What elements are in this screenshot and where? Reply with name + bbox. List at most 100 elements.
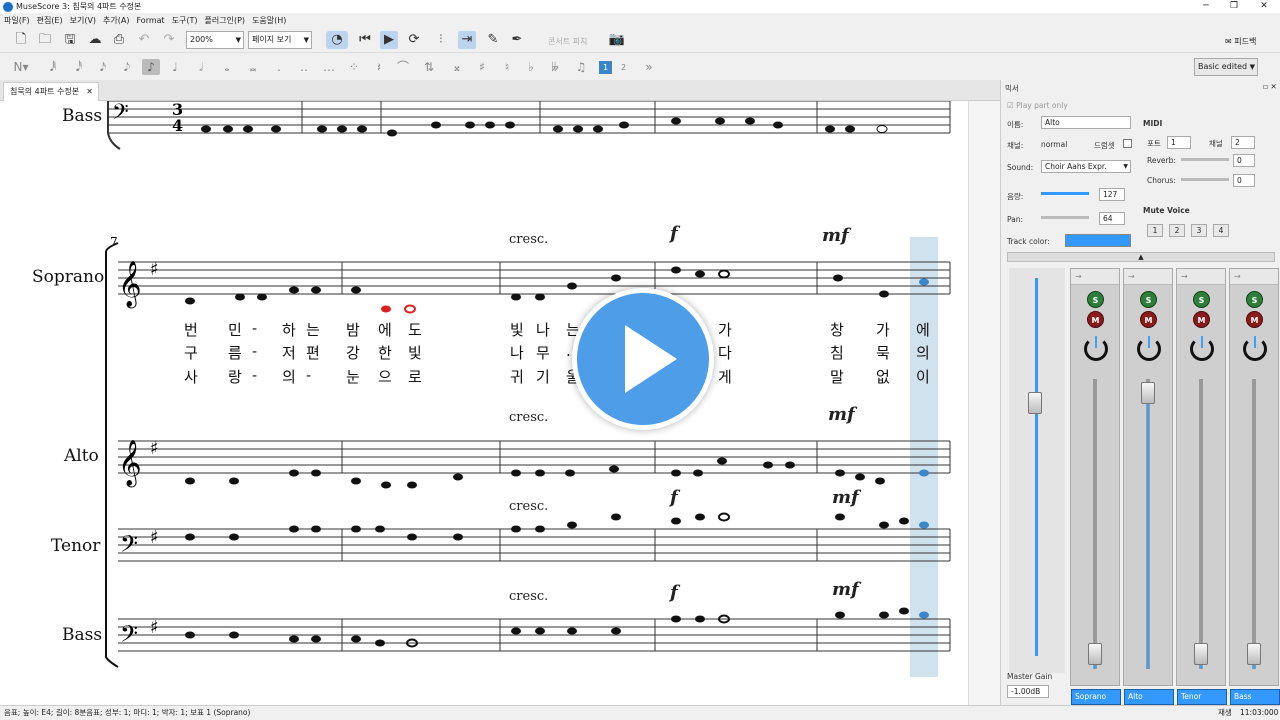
double-flat-icon[interactable]: 𝄫 (546, 59, 564, 75)
duration-half-icon[interactable]: 𝅗𝅥 (192, 59, 210, 75)
chorus-slider[interactable] (1181, 178, 1229, 181)
duration-quarter-icon[interactable]: ♪ (142, 59, 160, 75)
strip-name-label[interactable]: Soprano (1071, 689, 1121, 705)
duration-quarter-note-icon[interactable]: ♩ (166, 59, 184, 75)
master-gain-fader[interactable] (1028, 392, 1042, 414)
solo-button[interactable]: S (1087, 291, 1104, 308)
menu-file[interactable]: 파일(F) (4, 15, 30, 26)
menu-edit[interactable]: 편집(E) (37, 15, 63, 26)
maximize-icon[interactable]: ❐ (1220, 0, 1248, 13)
strip-name-label[interactable]: Alto (1124, 689, 1174, 705)
mute-button[interactable]: M (1140, 311, 1157, 328)
open-folder-icon[interactable]: 🗀 (36, 31, 54, 49)
flip-direction-icon[interactable]: ⇅ (420, 59, 438, 75)
concert-pitch-button[interactable]: 콘서트 피치 (548, 36, 587, 47)
strip-name-label[interactable]: Bass (1230, 689, 1280, 705)
mute-voice-4-button[interactable]: 4 (1213, 224, 1229, 237)
duration-breve-icon[interactable]: 𝅜 (244, 59, 262, 75)
mute-voice-2-button[interactable]: 2 (1169, 224, 1185, 237)
minimize-icon[interactable]: ─ (1192, 0, 1220, 13)
menu-help[interactable]: 도움말(H) (252, 15, 286, 26)
vertical-scrollbar[interactable] (968, 101, 1000, 705)
mute-button[interactable]: M (1246, 311, 1263, 328)
drumset-checkbox[interactable] (1123, 139, 1132, 148)
tab-score[interactable]: 침묵의 4파트 수정본 ✕ (3, 82, 99, 101)
zoom-select[interactable]: 200% ▼ (186, 31, 244, 49)
cloud-upload-icon[interactable]: ☁ (86, 31, 104, 49)
rewind-icon[interactable]: ⏮ (356, 31, 374, 49)
play-part-only-checkbox[interactable]: ☑ Play part only (1007, 101, 1068, 110)
volume-fader[interactable] (1247, 643, 1261, 665)
quadruple-dot-icon[interactable]: ⁘ (345, 59, 363, 75)
double-dot-icon[interactable]: ‥ (295, 59, 313, 75)
duration-whole-icon[interactable]: 𝅝 (218, 59, 236, 75)
strip-name-label[interactable]: Tenor (1177, 689, 1227, 705)
voice-1-button[interactable]: 1 (599, 61, 612, 74)
expand-strip-icon[interactable]: → (1124, 269, 1172, 285)
solo-button[interactable]: S (1193, 291, 1210, 308)
collapse-details-button[interactable]: ▲ (1007, 252, 1275, 262)
expand-strip-icon[interactable]: → (1177, 269, 1225, 285)
volume-field[interactable]: 127 (1099, 188, 1125, 201)
close-tab-icon[interactable]: ✕ (86, 83, 93, 101)
duration-32nd-icon[interactable]: 𝅘𝅥𝅰 (70, 59, 88, 75)
volume-fader[interactable] (1194, 643, 1208, 665)
rest-icon[interactable]: 𝄽 (370, 59, 388, 75)
pan-knob-icon[interactable] (1137, 336, 1161, 361)
natural-icon[interactable]: ♮ (498, 59, 516, 75)
expand-strip-icon[interactable]: → (1230, 269, 1278, 285)
pan-score-icon[interactable]: ✎ (484, 31, 502, 49)
flat-icon[interactable]: ♭ (522, 59, 540, 75)
pan-field[interactable]: 64 (1099, 212, 1125, 225)
name-field[interactable]: Alto (1041, 116, 1131, 129)
master-gain-field[interactable]: -1.00dB (1007, 685, 1049, 698)
menu-format[interactable]: Format (136, 16, 164, 25)
metronome-icon[interactable]: ✒ (508, 31, 526, 49)
tie-icon[interactable]: ⌒ (394, 59, 412, 75)
workspace-select[interactable]: Basic edited ▼ (1194, 58, 1258, 76)
view-mode-select[interactable]: 페이지 보기 ▼ (248, 31, 312, 49)
score-canvas[interactable]: 𝄢 3 4 7 𝄞 ♯ 𝄞 ♯ 𝄢 ♯ 𝄢 ♯ Bass Soprano Alt… (0, 101, 968, 705)
sharp-icon[interactable]: ♯ (473, 59, 491, 75)
voice-2-button[interactable]: 2 (617, 61, 630, 74)
loop-in-out-icon[interactable]: ⁝ (432, 31, 450, 49)
undock-icon[interactable]: ▫ ✕ (1263, 82, 1277, 91)
mute-voice-3-button[interactable]: 3 (1191, 224, 1207, 237)
redo-icon[interactable]: ↷ (160, 31, 178, 49)
mute-button[interactable]: M (1087, 311, 1104, 328)
play-icon[interactable]: ▶ (380, 31, 398, 49)
image-capture-icon[interactable]: 📷 (608, 31, 626, 49)
volume-fader[interactable] (1141, 382, 1155, 404)
menu-view[interactable]: 보기(V) (70, 15, 96, 26)
mute-button[interactable]: M (1193, 311, 1210, 328)
volume-fader[interactable] (1088, 643, 1102, 665)
duration-8th-icon[interactable]: 𝅘𝅥𝅮 (118, 59, 136, 75)
undo-icon[interactable]: ↶ (135, 31, 153, 49)
pan-slider[interactable] (1041, 216, 1089, 219)
augmentation-dot-icon[interactable]: . (270, 59, 288, 75)
port-field[interactable]: 1 (1167, 136, 1191, 149)
sound-select[interactable]: Choir Aahs Expr. ▼ (1041, 160, 1131, 173)
menu-plugins[interactable]: 플러그인(P) (205, 15, 246, 26)
volume-slider[interactable] (1041, 192, 1089, 195)
feedback-button[interactable]: ✉ 피드백 (1225, 36, 1256, 47)
solo-button[interactable]: S (1246, 291, 1263, 308)
close-icon[interactable]: ✕ (1250, 0, 1278, 13)
reverb-field[interactable]: 0 (1233, 154, 1255, 167)
more-icon[interactable]: » (640, 59, 658, 75)
pan-knob-icon[interactable] (1084, 336, 1108, 361)
note-input-icon[interactable]: ◔ (326, 31, 348, 49)
double-sharp-icon[interactable]: 𝄪 (448, 59, 466, 75)
expand-strip-icon[interactable]: → (1071, 269, 1119, 285)
menu-tools[interactable]: 도구(T) (172, 15, 198, 26)
pan-knob-icon[interactable] (1243, 336, 1267, 361)
triple-dot-icon[interactable]: … (320, 59, 338, 75)
save-icon[interactable]: 🖫 (61, 31, 79, 49)
track-color-swatch[interactable] (1065, 234, 1131, 247)
loop-icon[interactable]: ⟳ (405, 31, 423, 49)
midi-channel-field[interactable]: 2 (1231, 136, 1255, 149)
solo-button[interactable]: S (1140, 291, 1157, 308)
duration-64th-icon[interactable]: 𝅘𝅥𝅱 (44, 59, 62, 75)
play-repeats-icon[interactable]: ⇥ (458, 31, 476, 49)
pan-knob-icon[interactable] (1190, 336, 1214, 361)
